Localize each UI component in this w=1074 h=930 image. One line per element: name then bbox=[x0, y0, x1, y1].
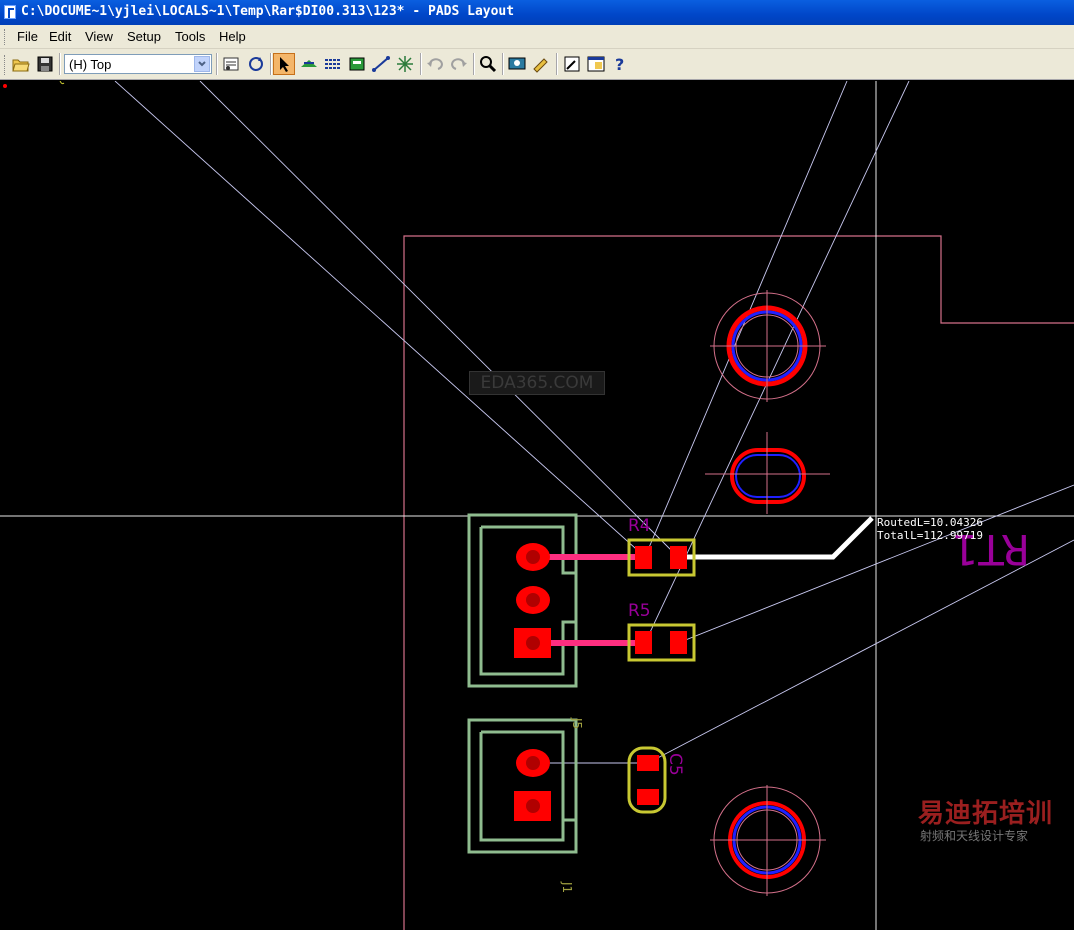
menu-grip[interactable] bbox=[4, 29, 7, 45]
resistor-r4[interactable] bbox=[627, 538, 696, 577]
layer-select[interactable]: (H) Top bbox=[64, 54, 212, 74]
toolbar-grip[interactable] bbox=[4, 55, 7, 75]
training-logo: 易迪拓培训 射频和天线设计专家 bbox=[916, 793, 1074, 849]
ratsnest bbox=[114, 81, 1074, 764]
title-bar: C:\DOCUME~1\yjlei\LOCALS~1\Temp\Rar$DI00… bbox=[0, 0, 1074, 25]
logo-main-text: 易迪拓培训 bbox=[918, 799, 1054, 829]
open-icon[interactable] bbox=[10, 53, 32, 75]
logo-sub-text: 射频和天线设计专家 bbox=[920, 829, 1029, 843]
menu-tools[interactable]: Tools bbox=[175, 29, 205, 44]
pcb-canvas[interactable]: R4 R5 C5 RT1 J5 J1 bbox=[0, 81, 1074, 930]
drafting-toolbar-icon[interactable] bbox=[298, 53, 320, 75]
menu-help[interactable]: Help bbox=[219, 29, 246, 44]
redo-icon[interactable] bbox=[448, 53, 470, 75]
eda365-watermark: EDA365.COM bbox=[469, 371, 605, 395]
cluster-icon[interactable] bbox=[394, 53, 416, 75]
label-r5: R5 bbox=[628, 601, 651, 621]
capacitor-c5[interactable] bbox=[627, 746, 667, 814]
window-icon[interactable] bbox=[585, 53, 607, 75]
menu-view[interactable]: View bbox=[85, 29, 113, 44]
menu-file[interactable]: File bbox=[17, 29, 38, 44]
toolbar: (H) Top ? bbox=[0, 49, 1074, 80]
properties-icon[interactable] bbox=[220, 53, 242, 75]
svg-text:?: ? bbox=[615, 55, 624, 74]
mounting-hole-bottom[interactable] bbox=[710, 785, 826, 896]
length-readout: RoutedL=10.04326 TotalL=112.99719 bbox=[877, 516, 983, 542]
help-icon[interactable]: ? bbox=[609, 53, 631, 75]
ecogroup-icon[interactable] bbox=[346, 53, 368, 75]
silk-fragment bbox=[59, 81, 65, 85]
mounting-hole-top[interactable] bbox=[710, 290, 826, 402]
label-j5: J5 bbox=[570, 717, 584, 729]
chevron-down-icon[interactable] bbox=[194, 56, 210, 72]
sketch-icon[interactable] bbox=[561, 53, 583, 75]
routed-length: RoutedL=10.04326 bbox=[877, 516, 983, 529]
app-icon bbox=[4, 5, 16, 19]
redraw-icon[interactable] bbox=[245, 53, 267, 75]
total-length: TotalL=112.99719 bbox=[877, 529, 983, 542]
verify-icon[interactable] bbox=[506, 53, 528, 75]
pcb-drawing[interactable]: R4 R5 C5 RT1 J5 J1 bbox=[0, 81, 1074, 930]
menu-setup[interactable]: Setup bbox=[127, 29, 161, 44]
zoom-icon[interactable] bbox=[477, 53, 499, 75]
slot-hole[interactable] bbox=[705, 432, 830, 514]
select-icon[interactable] bbox=[273, 53, 295, 75]
header-j1-pads[interactable] bbox=[514, 749, 551, 821]
label-j1: J1 bbox=[560, 881, 574, 893]
routed-trace[interactable] bbox=[678, 516, 874, 560]
origin-marker bbox=[3, 84, 7, 88]
undo-icon[interactable] bbox=[424, 53, 446, 75]
design-toolbar-icon[interactable] bbox=[322, 53, 344, 75]
menu-edit[interactable]: Edit bbox=[49, 29, 71, 44]
label-c5: C5 bbox=[665, 753, 685, 776]
cam-icon[interactable] bbox=[530, 53, 552, 75]
menu-bar: File Edit View Setup Tools Help bbox=[0, 25, 1074, 49]
label-r4: R4 bbox=[628, 516, 651, 536]
save-icon[interactable] bbox=[34, 53, 56, 75]
resistor-r5[interactable] bbox=[627, 623, 696, 662]
layer-select-value: (H) Top bbox=[69, 57, 112, 72]
route-icon[interactable] bbox=[370, 53, 392, 75]
header-j1-silk[interactable] bbox=[467, 718, 578, 854]
window-title: C:\DOCUME~1\yjlei\LOCALS~1\Temp\Rar$DI00… bbox=[21, 4, 515, 19]
header-j5-pads[interactable] bbox=[514, 543, 551, 658]
